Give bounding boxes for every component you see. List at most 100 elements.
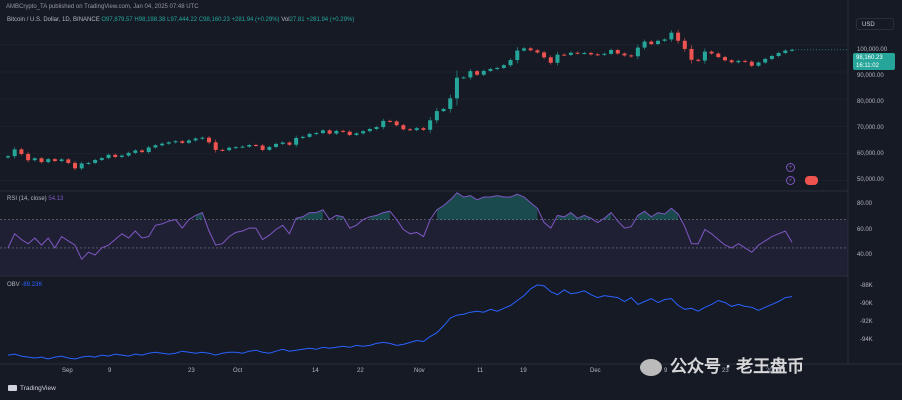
time-label: 11 [477, 368, 484, 374]
tradingview-brand: TradingView [20, 385, 56, 392]
candle-body [582, 53, 587, 54]
candle-body [588, 53, 593, 55]
candle-body [669, 32, 674, 40]
candle-body [240, 146, 245, 148]
price-tick: 90,000.00 [857, 73, 884, 79]
candle-body [220, 149, 225, 151]
candle-body [52, 159, 57, 162]
candle-body [267, 146, 272, 150]
candle-body [629, 55, 634, 57]
candle-body [501, 65, 506, 68]
candle-body [655, 40, 660, 45]
candle-body [213, 142, 218, 150]
candle-body [495, 67, 500, 70]
candle-body [334, 130, 339, 134]
wechat-watermark: 公众号 · 老王盘币 [640, 352, 804, 377]
candle-body [562, 54, 567, 56]
candle-body [294, 137, 299, 145]
candle-body [414, 128, 419, 131]
candle-body [160, 143, 165, 146]
candle-body [274, 143, 279, 147]
candle-body [454, 77, 459, 99]
candle-body [287, 142, 292, 145]
candle-body [300, 136, 305, 138]
candle-body [521, 48, 526, 51]
published-line: AMBCrypto_TA published on TradingView.co… [6, 4, 199, 10]
candle-body [743, 60, 748, 62]
tradingview-footer[interactable]: TradingView [8, 385, 56, 392]
candle-body [59, 159, 64, 162]
currency-button[interactable]: USD [856, 18, 894, 30]
candle-body [602, 53, 607, 55]
obv-label[interactable]: OBV [7, 282, 20, 288]
obv-tick: -90K [860, 301, 873, 307]
candle-body [347, 131, 352, 135]
flag-icon[interactable] [805, 176, 818, 185]
candle-body [354, 133, 359, 135]
candle-body [756, 62, 761, 66]
candle-body [776, 53, 781, 56]
candle-body [133, 150, 138, 153]
candle-body [689, 48, 694, 60]
candle-body [434, 111, 439, 121]
candle-body [119, 155, 124, 157]
candle-body [441, 108, 446, 112]
candle-body [126, 152, 131, 156]
candle-body [361, 131, 366, 134]
time-label: 14 [312, 368, 319, 374]
obv-legend: OBV -89.23K [7, 282, 42, 288]
ohlc-high: H98,198.38 [134, 17, 166, 23]
candle-body [86, 162, 91, 164]
time-label: 19 [520, 368, 527, 374]
candle-body [79, 163, 84, 169]
candle-body [542, 52, 547, 58]
candle-body [421, 128, 426, 130]
price-tick: 70,000.00 [857, 125, 884, 131]
candle-body [253, 145, 258, 147]
candle-body [595, 54, 600, 56]
candle-body [387, 120, 392, 122]
candle-body [200, 137, 205, 139]
candle-body [696, 59, 701, 61]
symbol-title[interactable]: Bitcoin / U.S. Dollar, 1D, BINANCE [7, 17, 100, 23]
candle-body [481, 70, 486, 75]
candle-body [448, 98, 453, 109]
candle-body [702, 51, 707, 61]
rsi-tick: 80.00 [857, 201, 873, 207]
lightning-icon[interactable]: ⚡ [786, 176, 795, 185]
candle-body [314, 133, 319, 135]
candle-body [763, 58, 768, 63]
time-label: 9 [108, 368, 112, 374]
candle-body [260, 145, 265, 150]
rsi-tick: 40.00 [857, 252, 873, 258]
candle-body [32, 158, 37, 161]
candle-body [26, 153, 31, 161]
rsi-value: 54.13 [48, 196, 64, 202]
candle-body [394, 121, 399, 126]
candle-body [548, 57, 553, 63]
candle-body [642, 41, 647, 48]
time-label: 23 [188, 368, 195, 374]
candle-body [19, 149, 24, 154]
candle-body [140, 150, 145, 153]
candle-body [769, 55, 774, 59]
candle-body [475, 71, 480, 75]
candle-body [166, 142, 171, 144]
rsi-overbought-fill [369, 211, 390, 220]
volume-change: +281.94 (+0.29%) [306, 17, 355, 23]
time-label: Sep [62, 368, 73, 374]
candle-body [615, 50, 620, 54]
price-chart-canvas[interactable] [0, 0, 902, 400]
candle-body [428, 120, 433, 130]
candle-body [327, 130, 332, 134]
ohlc-change: +281.94 (+0.29%) [231, 17, 280, 23]
candle-body [676, 32, 681, 41]
candle-body [341, 130, 346, 132]
plus-circle-icon[interactable]: + [786, 163, 795, 172]
rsi-label[interactable]: RSI (14, close) [7, 196, 47, 202]
price-tick: 80,000.00 [857, 99, 884, 105]
candle-body [515, 50, 520, 61]
candle-body [173, 141, 178, 143]
time-label: Nov [414, 368, 425, 374]
wechat-icon [640, 359, 662, 377]
